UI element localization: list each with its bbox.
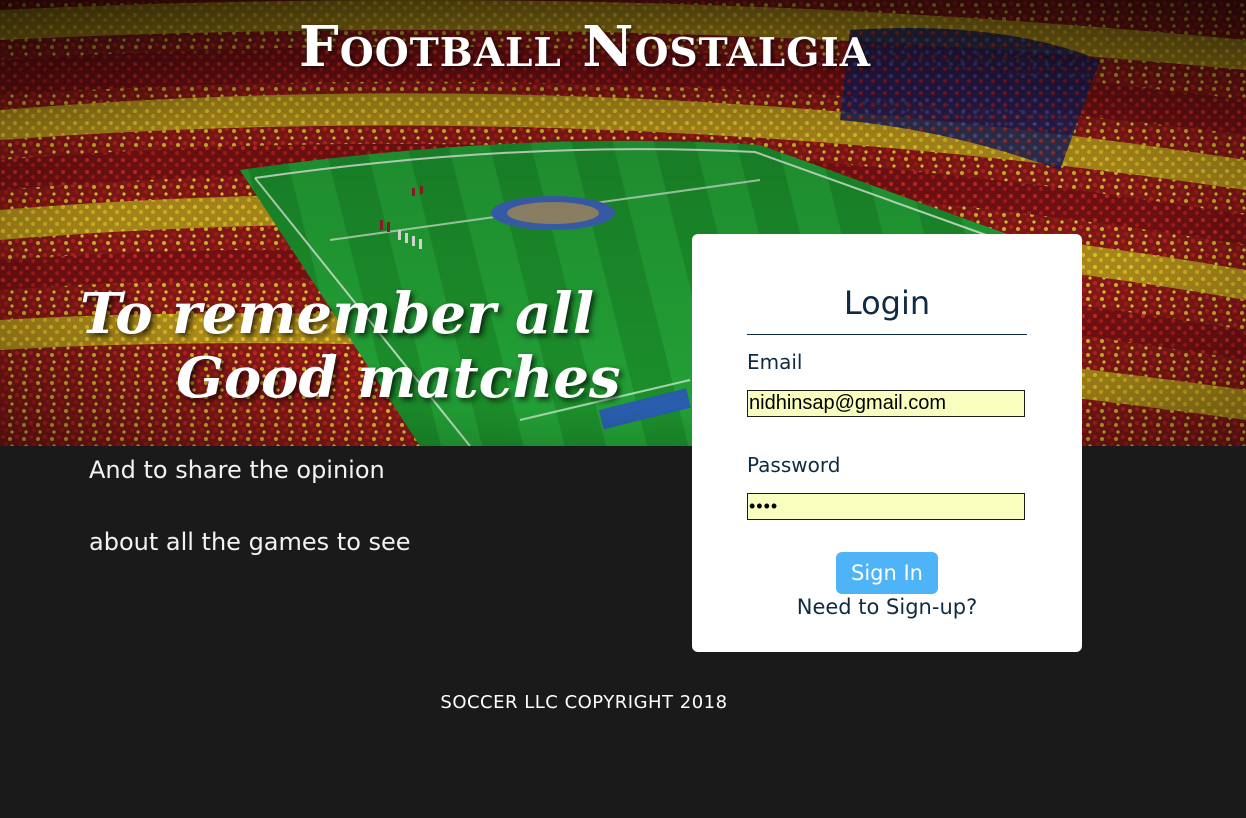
login-form: Login Email Password Sign In Need to Sig… [692,234,1082,652]
tagline-line-1: To remember all [80,281,594,347]
hero-tagline: To remember all Good matches [80,282,640,410]
password-field[interactable] [747,493,1025,520]
tagline-line-2: Good matches [176,345,621,411]
page: Football Nostalgia To remember all Good … [0,0,1246,818]
email-label: Email [747,350,803,374]
email-field[interactable] [747,390,1025,417]
intro-line-1: And to share the opinion [89,456,385,484]
intro-line-2: about all the games to see [89,528,411,556]
sign-in-button[interactable]: Sign In [836,552,938,594]
site-title: Football Nostalgia [299,14,871,80]
login-divider [747,334,1027,335]
footer-copyright: SOCCER LLC COPYRIGHT 2018 [440,692,728,713]
login-title: Login [843,284,931,322]
password-label: Password [747,453,841,477]
sign-up-link[interactable]: Need to Sign-up? [692,595,1082,619]
